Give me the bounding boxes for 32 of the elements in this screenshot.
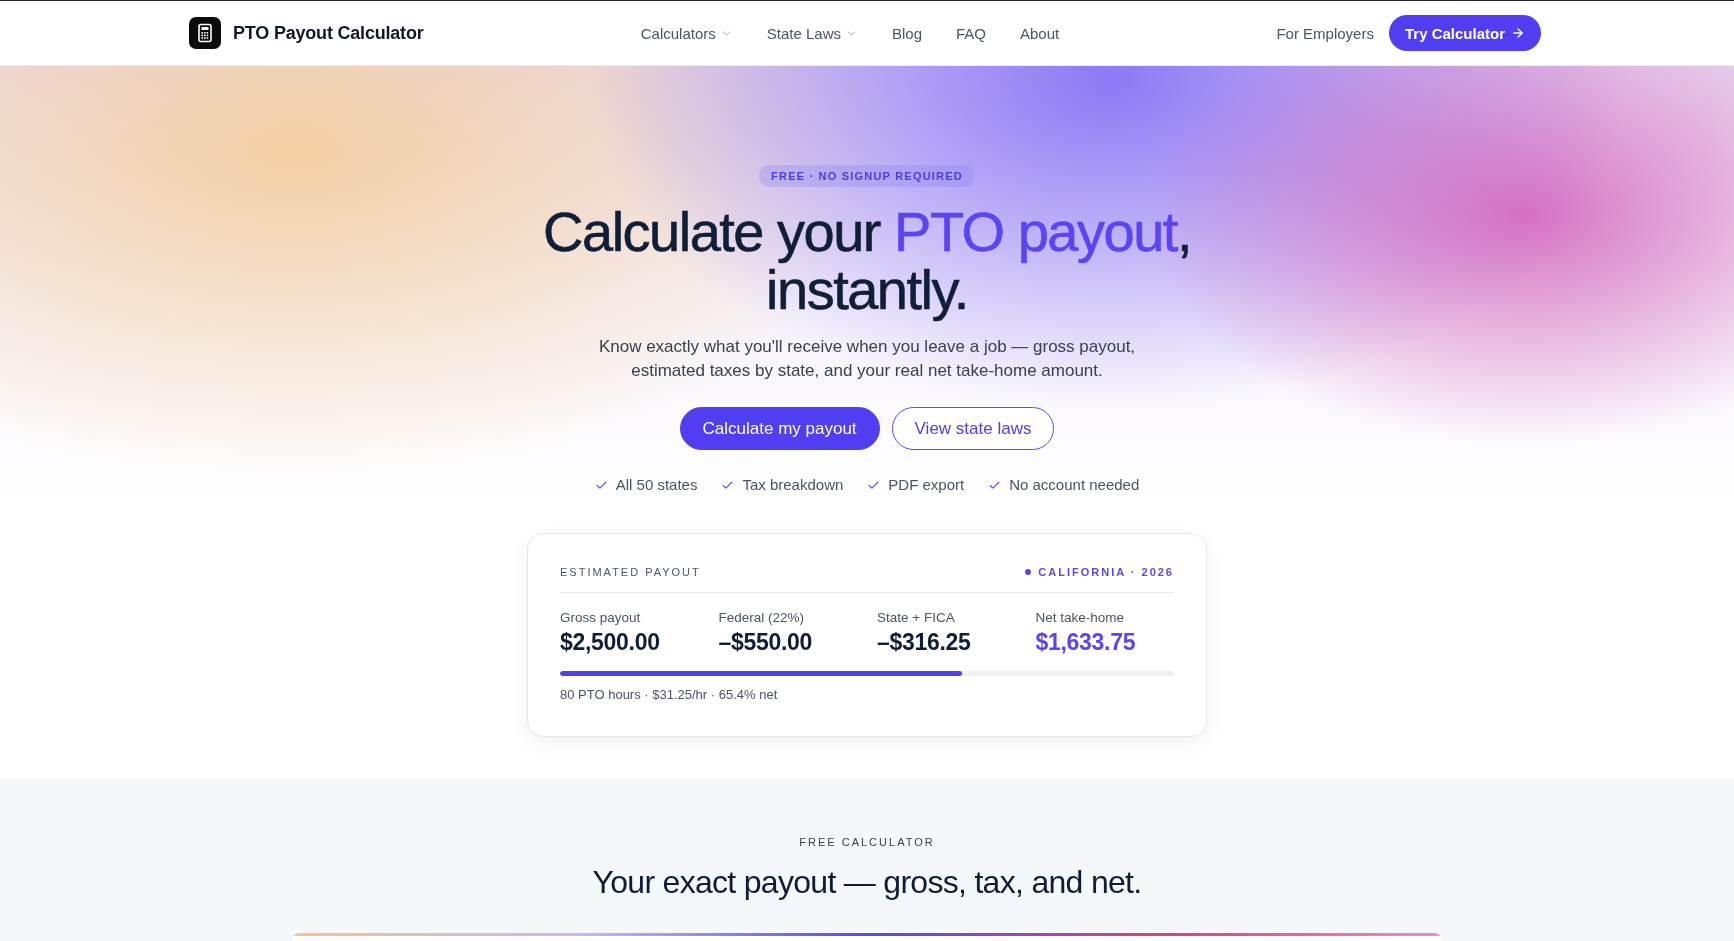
nav-link[interactable]: Calculators [640, 24, 733, 42]
stat-label: Net take-home [1035, 609, 1125, 627]
calculate-button[interactable]: Calculate my payout [679, 407, 880, 450]
feature-label: Tax breakdown [742, 475, 844, 495]
stat-label: Gross payout [560, 609, 641, 627]
calculator-icon [189, 17, 221, 49]
state-laws-button[interactable]: View state laws [891, 407, 1055, 450]
section-eyebrow: FREE CALCULATOR [799, 835, 935, 850]
region-label: CALIFORNIA · 2026 [1038, 565, 1174, 579]
stat-label: State + FICA [877, 609, 955, 627]
card-title: ESTIMATED PAYOUT [560, 565, 701, 579]
nav-link[interactable]: About [1020, 24, 1060, 42]
stat-label: Federal (22%) [718, 609, 805, 627]
payout-summary: 80 PTO hours · $31.25/hr · 65.4% net [560, 686, 779, 704]
stat-value: $2,500.00 [560, 629, 660, 655]
stat-value: $1,633.75 [1035, 629, 1136, 655]
brand-name[interactable]: PTO Payout Calculator [233, 22, 424, 44]
employers-link[interactable]: For Employers [1276, 24, 1374, 42]
nav-link[interactable]: State Laws [766, 24, 858, 42]
nav-link[interactable]: FAQ [956, 24, 986, 42]
hero-subtitle: Know exactly what you'll receive when you leave a job — gross payout, estimated taxes by state, and your real net take-home amount. [597, 336, 1137, 382]
try-calculator-button[interactable]: Try Calculator [1388, 15, 1541, 51]
feature-label: No account needed [1009, 475, 1140, 495]
status-dot-icon [1025, 569, 1032, 575]
nav-link[interactable]: Blog [891, 24, 922, 42]
hero-badge: FREE · NO SIGNUP REQUIRED [759, 165, 975, 187]
feature-label: All 50 states [615, 475, 698, 495]
section-title: Your exact payout — gross, tax, and net. [592, 863, 1142, 902]
hero-headline: Calculate your PTO payout, instantly. [543, 203, 1191, 319]
stat-value: –$316.25 [877, 629, 971, 655]
feature-label: PDF export [888, 475, 965, 495]
stat-value: –$550.00 [718, 629, 813, 655]
